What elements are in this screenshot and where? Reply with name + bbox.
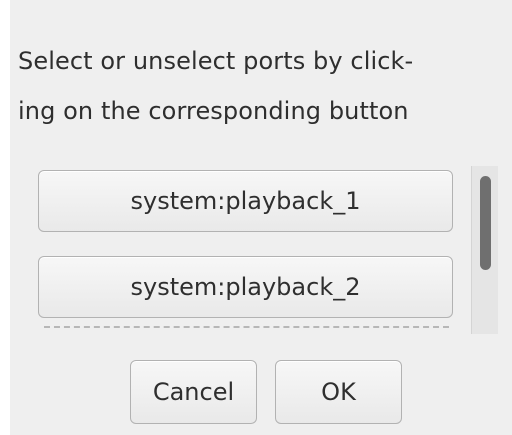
port-button-playback-1[interactable]: system:playback_1 [38, 170, 453, 232]
port-list: system:playback_1 system:playback_2 [34, 166, 498, 334]
instructions-line-1: Select or unselect ports by click- [18, 47, 414, 75]
list-overflow-divider [44, 326, 449, 328]
instructions-line-2: ing on the corresponding button [18, 97, 409, 125]
instructions-text: Select or unselect ports by click- ing o… [18, 36, 512, 136]
cancel-button[interactable]: Cancel [130, 360, 257, 424]
scrollbar-thumb[interactable] [480, 176, 491, 270]
port-list-scrollbar[interactable] [471, 166, 498, 334]
port-selection-dialog: Select or unselect ports by click- ing o… [10, 0, 512, 435]
port-button-playback-2[interactable]: system:playback_2 [38, 256, 453, 318]
ok-button[interactable]: OK [275, 360, 402, 424]
